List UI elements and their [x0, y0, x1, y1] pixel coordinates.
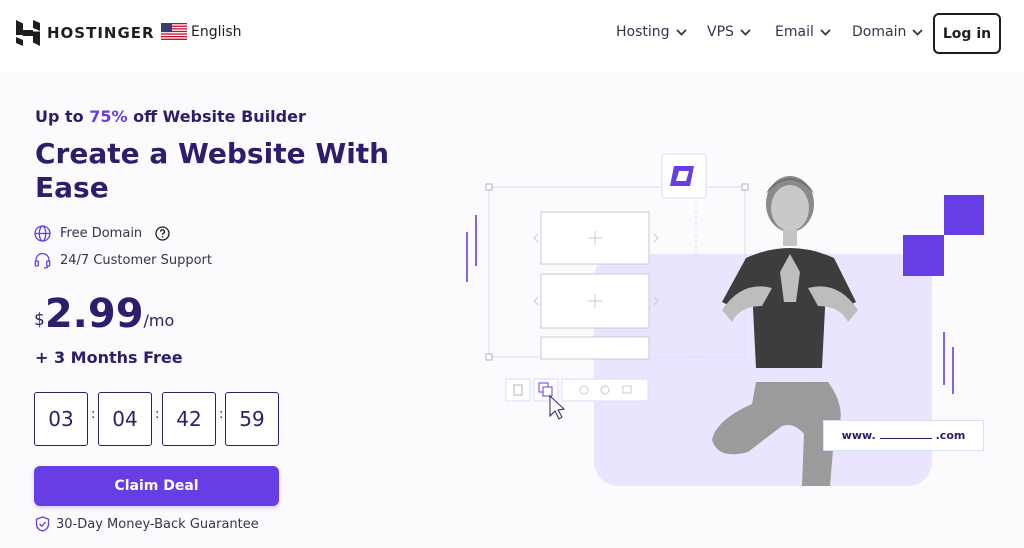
language-selector[interactable]: English — [161, 23, 242, 40]
hostinger-logo-icon — [16, 20, 40, 46]
nav-email[interactable]: Email — [775, 24, 831, 40]
decor-square — [903, 235, 944, 276]
domain-blank — [879, 438, 932, 439]
domain-prefix: www. — [841, 429, 876, 442]
decor-square — [944, 195, 984, 235]
chevron-down-icon — [675, 28, 687, 36]
nav-domain-label: Domain — [852, 24, 907, 40]
bonus-offer: + 3 Months Free — [35, 348, 183, 367]
chevron-down-icon — [820, 28, 831, 36]
promo-prefix: Up to — [35, 107, 90, 126]
nav-domain[interactable]: Domain — [852, 24, 923, 40]
domain-name-placeholder: www. .com — [823, 420, 984, 451]
headset-icon — [34, 252, 51, 269]
money-back-guarantee: 30-Day Money-Back Guarantee — [35, 516, 259, 532]
promo-text: Up to 75% off Website Builder — [35, 107, 306, 126]
nav-vps[interactable]: VPS — [707, 24, 751, 40]
timer-separator: : — [219, 407, 224, 422]
timer-seconds: 59 — [225, 392, 279, 446]
timer-separator: : — [155, 407, 160, 422]
top-navigation-bar: HOSTINGER English Hosting VPS Email Doma… — [0, 0, 1024, 72]
domain-suffix: .com — [935, 429, 966, 442]
globe-icon — [34, 225, 51, 242]
brand-name: HOSTINGER — [47, 24, 155, 42]
feature-support-label: 24/7 Customer Support — [60, 253, 212, 268]
page-title: Create a Website With Ease — [35, 137, 390, 204]
language-label: English — [191, 23, 242, 40]
us-flag-icon — [161, 23, 187, 40]
shield-check-icon — [35, 516, 50, 532]
nav-vps-label: VPS — [707, 24, 734, 40]
nav-email-label: Email — [775, 24, 814, 40]
feature-support: 24/7 Customer Support — [34, 252, 212, 269]
chevron-down-icon — [912, 28, 923, 36]
builder-logo-icon — [661, 153, 707, 199]
timer-separator: : — [91, 407, 96, 422]
price-amount: 2.99 — [44, 291, 144, 337]
feature-free-domain-label: Free Domain — [60, 226, 143, 241]
timer-days: 03 — [34, 392, 88, 446]
question-circle-icon[interactable] — [155, 226, 170, 241]
timer-minutes: 42 — [162, 392, 216, 446]
price-display: $ 2.99 /mo — [34, 292, 174, 336]
nav-hosting[interactable]: Hosting — [616, 24, 687, 40]
brand-logo[interactable]: HOSTINGER — [16, 20, 155, 46]
promo-suffix: off Website Builder — [127, 107, 306, 126]
price-currency: $ — [34, 310, 45, 330]
guarantee-label: 30-Day Money-Back Guarantee — [56, 516, 259, 532]
chevron-down-icon — [740, 28, 751, 36]
claim-deal-button[interactable]: Claim Deal — [34, 466, 279, 506]
timer-hours: 04 — [98, 392, 152, 446]
feature-free-domain: Free Domain — [34, 225, 170, 242]
promo-discount: 75% — [89, 107, 128, 126]
login-button[interactable]: Log in — [933, 13, 1001, 54]
nav-hosting-label: Hosting — [616, 24, 670, 40]
price-period: /mo — [143, 311, 175, 330]
